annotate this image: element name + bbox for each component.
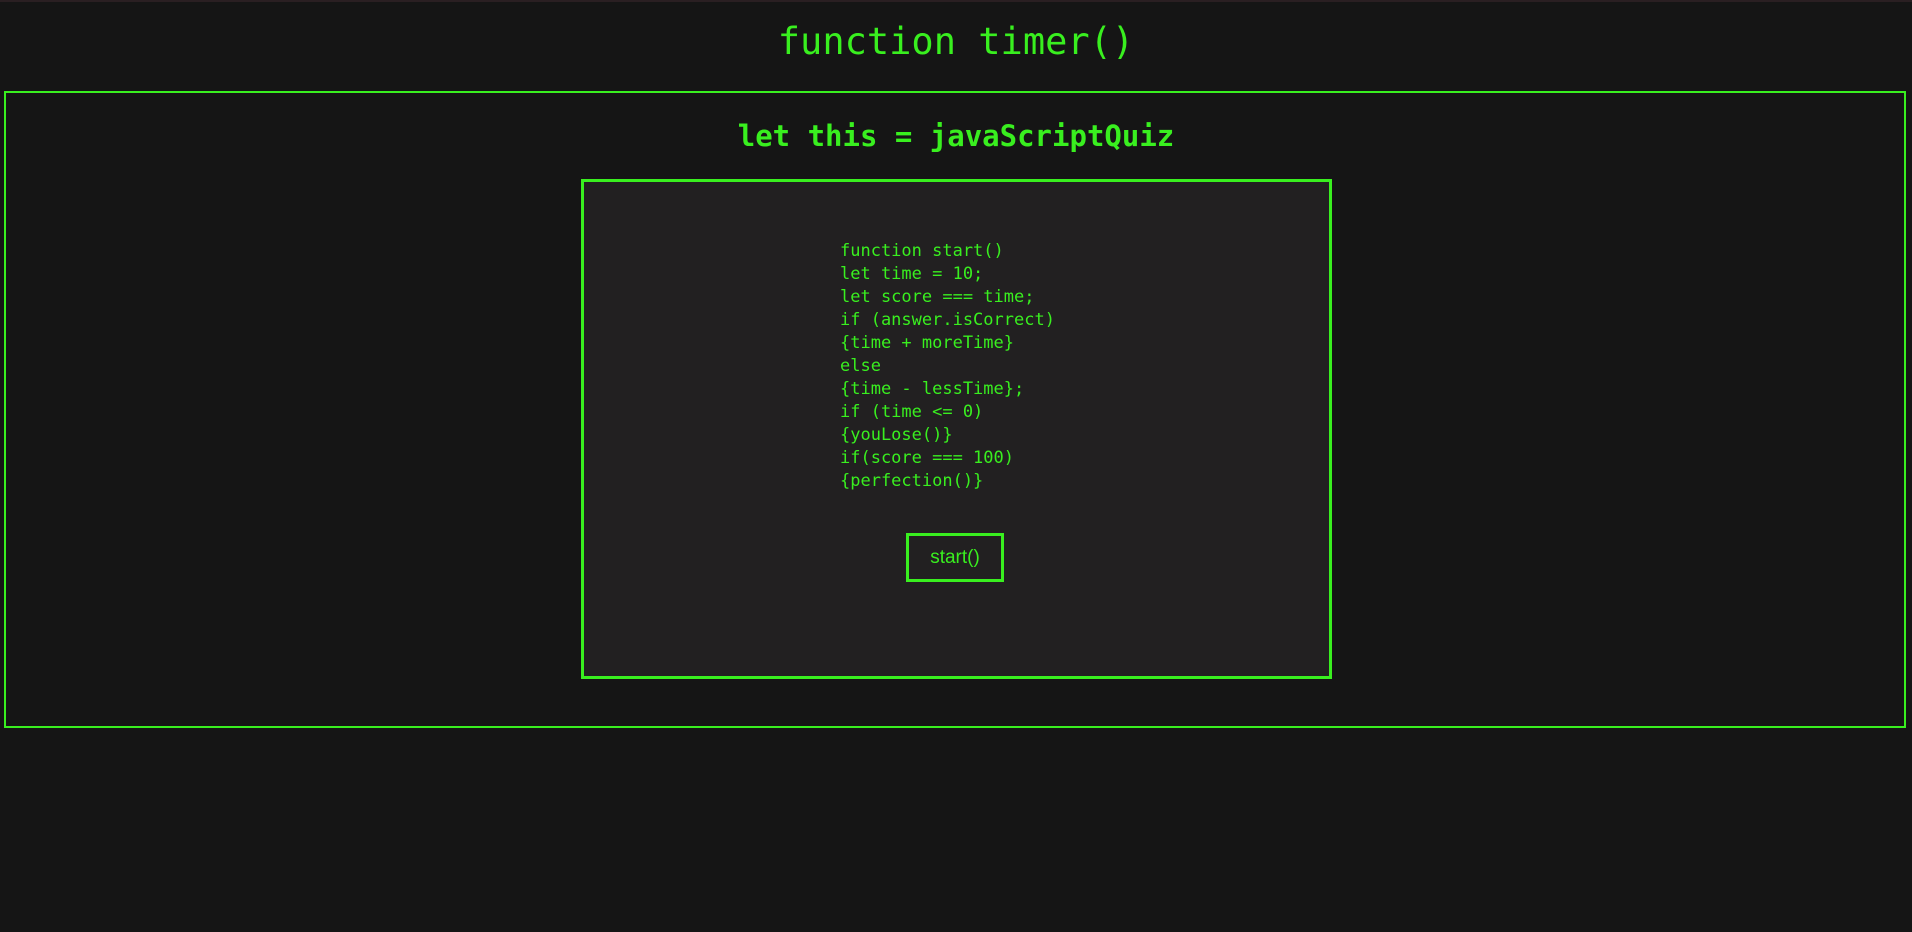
code-line: if (time <= 0) [840, 402, 984, 422]
code-line: function start() [840, 241, 1004, 261]
code-line: let score === time; [840, 287, 1035, 307]
code-line: {time + moreTime} [840, 333, 1014, 353]
timer-header: function timer() [777, 20, 1135, 63]
quiz-title: let this = javaScriptQuiz [737, 119, 1175, 153]
code-line: let time = 10; [840, 264, 984, 284]
code-line: {youLose()} [840, 425, 953, 445]
code-line: else [840, 356, 881, 376]
start-button[interactable]: start() [906, 533, 1004, 582]
code-line: {time - lessTime}; [840, 379, 1025, 399]
code-snippet: function start() let time = 10; let score … [840, 240, 1055, 493]
code-line: if(score === 100) [840, 448, 1014, 468]
top-edge-strip [0, 0, 1912, 2]
code-line: if (answer.isCorrect) [840, 310, 1055, 330]
code-line: {perfection()} [840, 471, 984, 491]
